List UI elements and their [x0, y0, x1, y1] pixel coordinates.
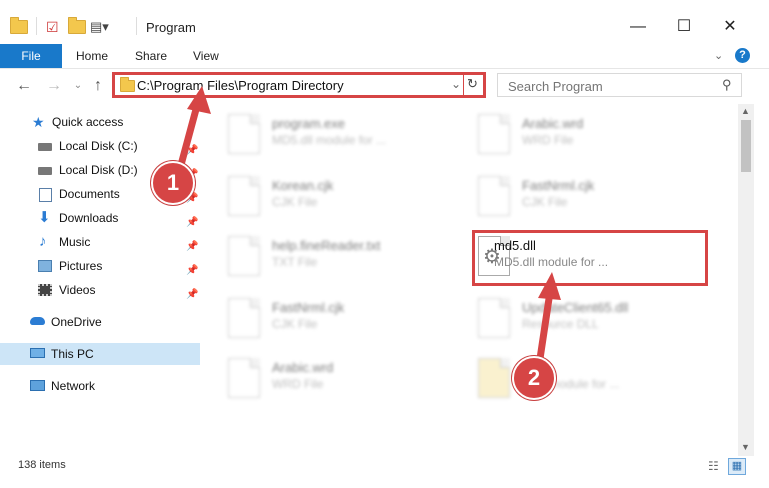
details-view-icon[interactable]: ☷ [708, 459, 719, 473]
item-count: 138 items [18, 459, 66, 471]
status-bar: 138 items ☷ ▦ [0, 456, 769, 480]
step-marker-1: 1 [151, 161, 195, 205]
annotation-arrows [174, 86, 561, 376]
large-icons-view-icon[interactable]: ▦ [728, 458, 746, 475]
step-marker-2: 2 [512, 356, 556, 400]
